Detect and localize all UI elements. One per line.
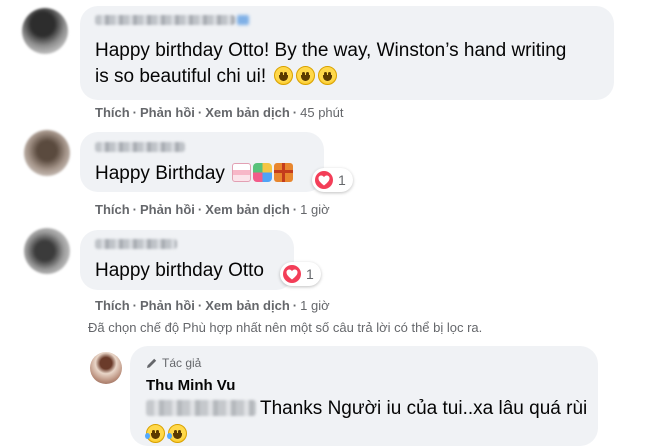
comment-text-body: Happy Birthday	[95, 163, 225, 184]
comment-actions: Thích · Phản hồi · Xem bản dịch · 1 giờ	[95, 298, 330, 313]
like-button[interactable]: Thích	[95, 202, 130, 217]
reply-text: Thanks Người iu của tui..xa lâu quá rùi	[146, 396, 587, 422]
comment-text: Happy birthday Otto! By the way, Winston…	[95, 38, 566, 64]
comment-text: Happy Birthday	[95, 161, 294, 187]
grinning-face-icon	[274, 66, 294, 85]
reaction-count: 1	[306, 266, 314, 282]
comment-actions: Thích · Phản hồi · Xem bản dịch · 45 phút	[95, 105, 344, 120]
reaction-summary[interactable]: 1	[312, 168, 353, 192]
comment-timestamp[interactable]: 1 giờ	[300, 298, 330, 313]
comment-actions: Thích · Phản hồi · Xem bản dịch · 1 giờ	[95, 202, 330, 217]
author-name[interactable]: Thu Minh Vu	[146, 377, 235, 394]
comment-text-body: Happy birthday Otto	[95, 260, 264, 281]
comment-text: Happy birthday Otto	[95, 258, 264, 284]
commenter-name-redacted[interactable]	[95, 15, 249, 25]
comment-timestamp[interactable]: 45 phút	[300, 105, 343, 120]
grinning-face-icon	[318, 66, 338, 85]
reaction-summary[interactable]: 1	[280, 262, 321, 286]
like-button[interactable]: Thích	[95, 105, 130, 120]
reaction-count: 1	[338, 172, 346, 188]
see-translation-link[interactable]: Xem bản dịch	[205, 298, 290, 313]
commenter-avatar[interactable]	[24, 130, 70, 176]
birthday-cake-icon	[232, 163, 252, 182]
commenter-avatar[interactable]	[24, 228, 70, 274]
heart-reaction-icon	[283, 265, 301, 283]
comment-text-line2: is so beautiful chi ui!	[95, 66, 267, 87]
filtered-replies-note: Đã chọn chế độ Phù hợp nhất nên một số c…	[88, 320, 483, 335]
comment-text-line2-wrap: is so beautiful chi ui!	[95, 64, 338, 90]
like-button[interactable]: Thích	[95, 298, 130, 313]
comment-text-line1: Happy birthday Otto! By the way, Winston…	[95, 40, 567, 61]
author-badge: Tác giả	[146, 356, 201, 370]
commenter-name-redacted[interactable]	[95, 239, 177, 249]
author-avatar[interactable]	[90, 352, 122, 384]
reply-button[interactable]: Phản hồi	[140, 298, 195, 313]
commenter-name-redacted[interactable]	[95, 142, 185, 152]
reply-emojis	[143, 422, 187, 446]
grinning-face-icon	[296, 66, 316, 85]
reply-button[interactable]: Phản hồi	[140, 105, 195, 120]
see-translation-link[interactable]: Xem bản dịch	[205, 105, 290, 120]
wrapped-gift-icon	[274, 163, 294, 182]
mention-redacted[interactable]	[146, 400, 256, 416]
comment-timestamp[interactable]: 1 giờ	[300, 202, 330, 217]
reply-text-body: Thanks Người iu của tui..xa lâu quá rùi	[260, 398, 588, 419]
laughing-crying-face-icon	[145, 424, 165, 443]
see-translation-link[interactable]: Xem bản dịch	[205, 202, 290, 217]
pencil-icon	[147, 358, 157, 368]
reply-button[interactable]: Phản hồi	[140, 202, 195, 217]
commenter-avatar[interactable]	[22, 8, 68, 54]
party-popper-icon	[253, 163, 273, 182]
heart-reaction-icon	[315, 171, 333, 189]
rolling-laughing-face-icon	[167, 424, 187, 443]
author-badge-label: Tác giả	[162, 356, 202, 370]
